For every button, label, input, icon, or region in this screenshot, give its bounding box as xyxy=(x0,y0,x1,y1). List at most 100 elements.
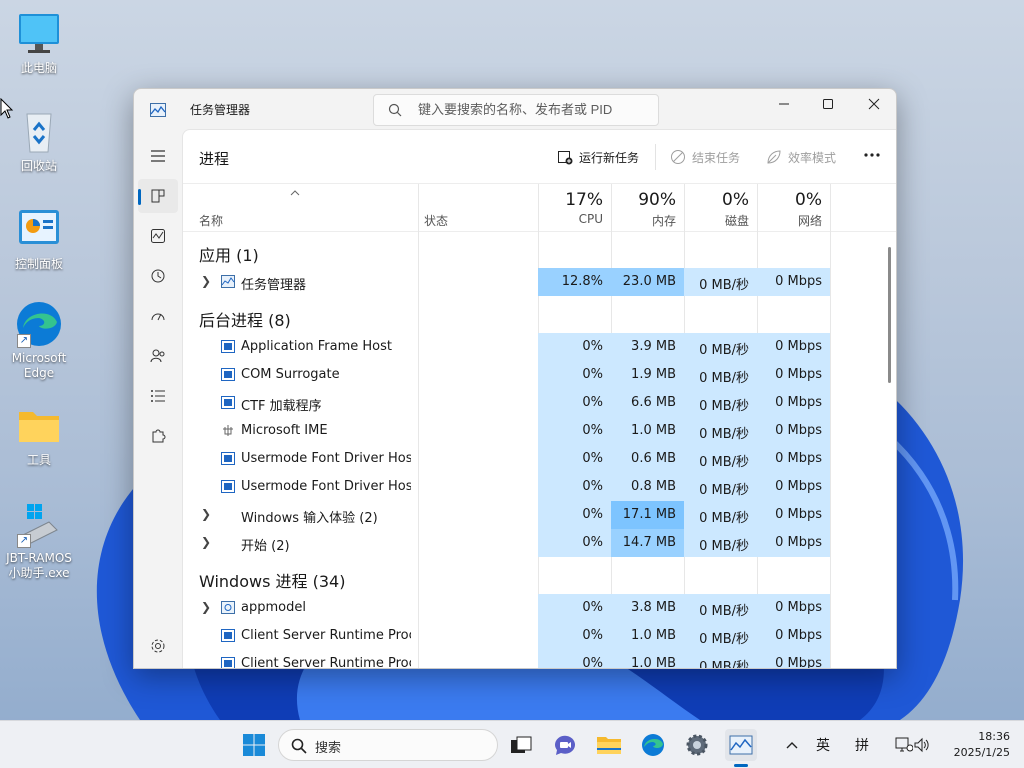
chat-button[interactable] xyxy=(549,729,581,761)
end-task-label: 结束任务 xyxy=(692,150,741,165)
table-row[interactable]: ❯ 开始 (2) 0% 14.7 MB 0 MB/秒 0 Mbps xyxy=(183,529,833,557)
nav-processes[interactable] xyxy=(138,179,178,213)
memory-value: 3.8 MB xyxy=(611,594,684,622)
page-title: 进程 xyxy=(199,150,230,168)
command-separator xyxy=(655,144,656,170)
chevron-right-icon[interactable]: ❯ xyxy=(201,274,211,288)
table-row[interactable]: ❯ 任务管理器 12.8% 23.0 MB 0 MB/秒 0 Mbps xyxy=(183,268,833,296)
show-hidden-icons-button[interactable] xyxy=(777,729,807,761)
nav-details[interactable] xyxy=(138,379,178,413)
table-row[interactable]: Client Server Runtime Proc... 0% 1.0 MB … xyxy=(183,622,833,650)
start-button[interactable] xyxy=(238,729,270,761)
vertical-scrollbar[interactable] xyxy=(888,247,891,383)
column-header-cpu[interactable]: 17% CPU xyxy=(538,184,611,232)
minimize-button[interactable] xyxy=(761,89,807,119)
task-manager-app-icon xyxy=(150,103,166,117)
process-search-box[interactable] xyxy=(373,94,659,126)
table-row[interactable]: CTF 加载程序 0% 6.6 MB 0 MB/秒 0 Mbps xyxy=(183,389,833,417)
column-name-label: 名称 xyxy=(199,214,224,228)
process-list: 应用 (1) ❯ 任务管理器 12.8% 23.0 MB 0 MB/秒 0 Mb… xyxy=(183,232,896,668)
network-column-label: 网络 xyxy=(797,214,822,228)
chevron-right-icon[interactable]: ❯ xyxy=(201,535,211,549)
table-row[interactable]: Application Frame Host 0% 3.9 MB 0 MB/秒 … xyxy=(183,333,833,361)
desktop-icon-control-panel[interactable]: 控制面板 xyxy=(4,206,74,272)
maximize-button[interactable] xyxy=(805,89,851,119)
table-row[interactable]: Microsoft IME 0% 1.0 MB 0 MB/秒 0 Mbps xyxy=(183,417,833,445)
close-button[interactable] xyxy=(851,89,896,119)
table-row[interactable]: Usermode Font Driver Host 0% 0.8 MB 0 MB… xyxy=(183,473,833,501)
nav-app-history[interactable] xyxy=(138,259,178,293)
disk-column-label: 磁盘 xyxy=(724,214,749,228)
cpu-column-label: CPU xyxy=(578,212,603,226)
table-row[interactable]: ❯ Windows 输入体验 (2) 0% 17.1 MB 0 MB/秒 0 M… xyxy=(183,501,833,529)
nav-startup-apps[interactable] xyxy=(138,299,178,333)
memory-value: 6.6 MB xyxy=(611,389,684,417)
sort-up-icon xyxy=(290,190,300,196)
desktop-icon-tools-folder[interactable]: 工具 xyxy=(4,402,74,468)
table-row[interactable]: COM Surrogate 0% 1.9 MB 0 MB/秒 0 Mbps xyxy=(183,361,833,389)
active-app-indicator xyxy=(734,764,748,767)
search-input[interactable] xyxy=(418,102,648,117)
column-header-disk[interactable]: 0% 磁盘 xyxy=(684,184,757,232)
process-name: appmodel xyxy=(241,600,306,615)
nav-services[interactable] xyxy=(138,419,178,453)
column-header-name[interactable]: 名称 xyxy=(183,184,418,232)
ime-language-indicator[interactable]: 英 xyxy=(816,735,830,755)
run-new-task-button[interactable]: 运行新任务 xyxy=(557,146,639,168)
nav-menu-button[interactable] xyxy=(138,139,178,173)
edge-button[interactable] xyxy=(637,729,669,761)
nav-performance[interactable] xyxy=(138,219,178,253)
column-header-status[interactable]: 状态 xyxy=(418,184,538,232)
cpu-total-percent: 17% xyxy=(565,190,603,210)
ime-mode-indicator[interactable]: 拼 xyxy=(855,735,869,755)
desktop-icon-this-pc[interactable]: 此电脑 xyxy=(4,10,74,76)
desktop-icon-edge[interactable]: ↗ Microsoft Edge xyxy=(4,300,74,381)
column-header-memory[interactable]: 90% 内存 xyxy=(611,184,684,232)
leaf-icon xyxy=(767,150,781,164)
title-bar[interactable]: 任务管理器 xyxy=(134,89,896,129)
edge-icon: ↗ xyxy=(15,300,63,348)
window-process-icon xyxy=(221,340,235,353)
table-row[interactable]: ❯ appmodel 0% 3.8 MB 0 MB/秒 0 Mbps xyxy=(183,594,833,622)
disk-value: 0 MB/秒 xyxy=(684,650,757,668)
taskbar-search-box[interactable]: 搜索 xyxy=(278,729,498,761)
nav-settings[interactable] xyxy=(138,629,178,663)
more-ellipsis-icon xyxy=(864,153,880,157)
hamburger-menu-icon xyxy=(151,150,165,162)
desktop-icon-jbt-ramos[interactable]: ↗ JBT-RAMOS小助手.exe xyxy=(4,500,74,581)
gear-icon xyxy=(686,734,708,756)
window-process-icon xyxy=(221,657,235,668)
taskbar: 搜索 英 拼 18:36 2025/1/25 xyxy=(0,720,1024,768)
window-title: 任务管理器 xyxy=(190,103,251,117)
table-row[interactable]: Usermode Font Driver Host 0% 0.6 MB 0 MB… xyxy=(183,445,833,473)
chevron-right-icon[interactable]: ❯ xyxy=(201,600,211,614)
disk-value: 0 MB/秒 xyxy=(684,417,757,445)
cpu-value: 0% xyxy=(538,389,611,417)
process-name: Microsoft IME xyxy=(241,423,328,438)
computer-icon xyxy=(15,10,63,58)
desktop-icon-label: Microsoft Edge xyxy=(11,351,67,380)
nav-users[interactable] xyxy=(138,339,178,373)
efficiency-mode-button[interactable]: 效率模式 xyxy=(766,146,836,168)
column-header-network[interactable]: 0% 网络 xyxy=(757,184,830,232)
task-manager-taskbar-button[interactable] xyxy=(725,729,757,761)
more-options-button[interactable] xyxy=(863,144,881,166)
file-explorer-button[interactable] xyxy=(593,729,625,761)
startup-gauge-icon xyxy=(151,313,165,321)
recycle-bin-icon xyxy=(15,108,63,156)
search-icon xyxy=(291,738,307,754)
task-view-button[interactable] xyxy=(505,729,537,761)
disk-value: 0 MB/秒 xyxy=(684,473,757,501)
table-row[interactable]: Client Server Runtime Proc... 0% 1.0 MB … xyxy=(183,650,833,668)
end-task-button[interactable]: 结束任务 xyxy=(670,146,740,168)
desktop-icon-recycle-bin[interactable]: 回收站 xyxy=(4,108,74,174)
network-value: 0 Mbps xyxy=(757,529,830,557)
system-clock[interactable]: 18:36 2025/1/25 xyxy=(940,729,1010,761)
window-process-icon xyxy=(221,480,235,493)
chevron-right-icon[interactable]: ❯ xyxy=(201,507,211,521)
process-name: Client Server Runtime Proc... xyxy=(241,628,411,643)
network-volume-tray[interactable] xyxy=(888,729,938,761)
memory-value: 1.0 MB xyxy=(611,622,684,650)
settings-button[interactable] xyxy=(681,729,713,761)
search-icon xyxy=(388,103,402,117)
